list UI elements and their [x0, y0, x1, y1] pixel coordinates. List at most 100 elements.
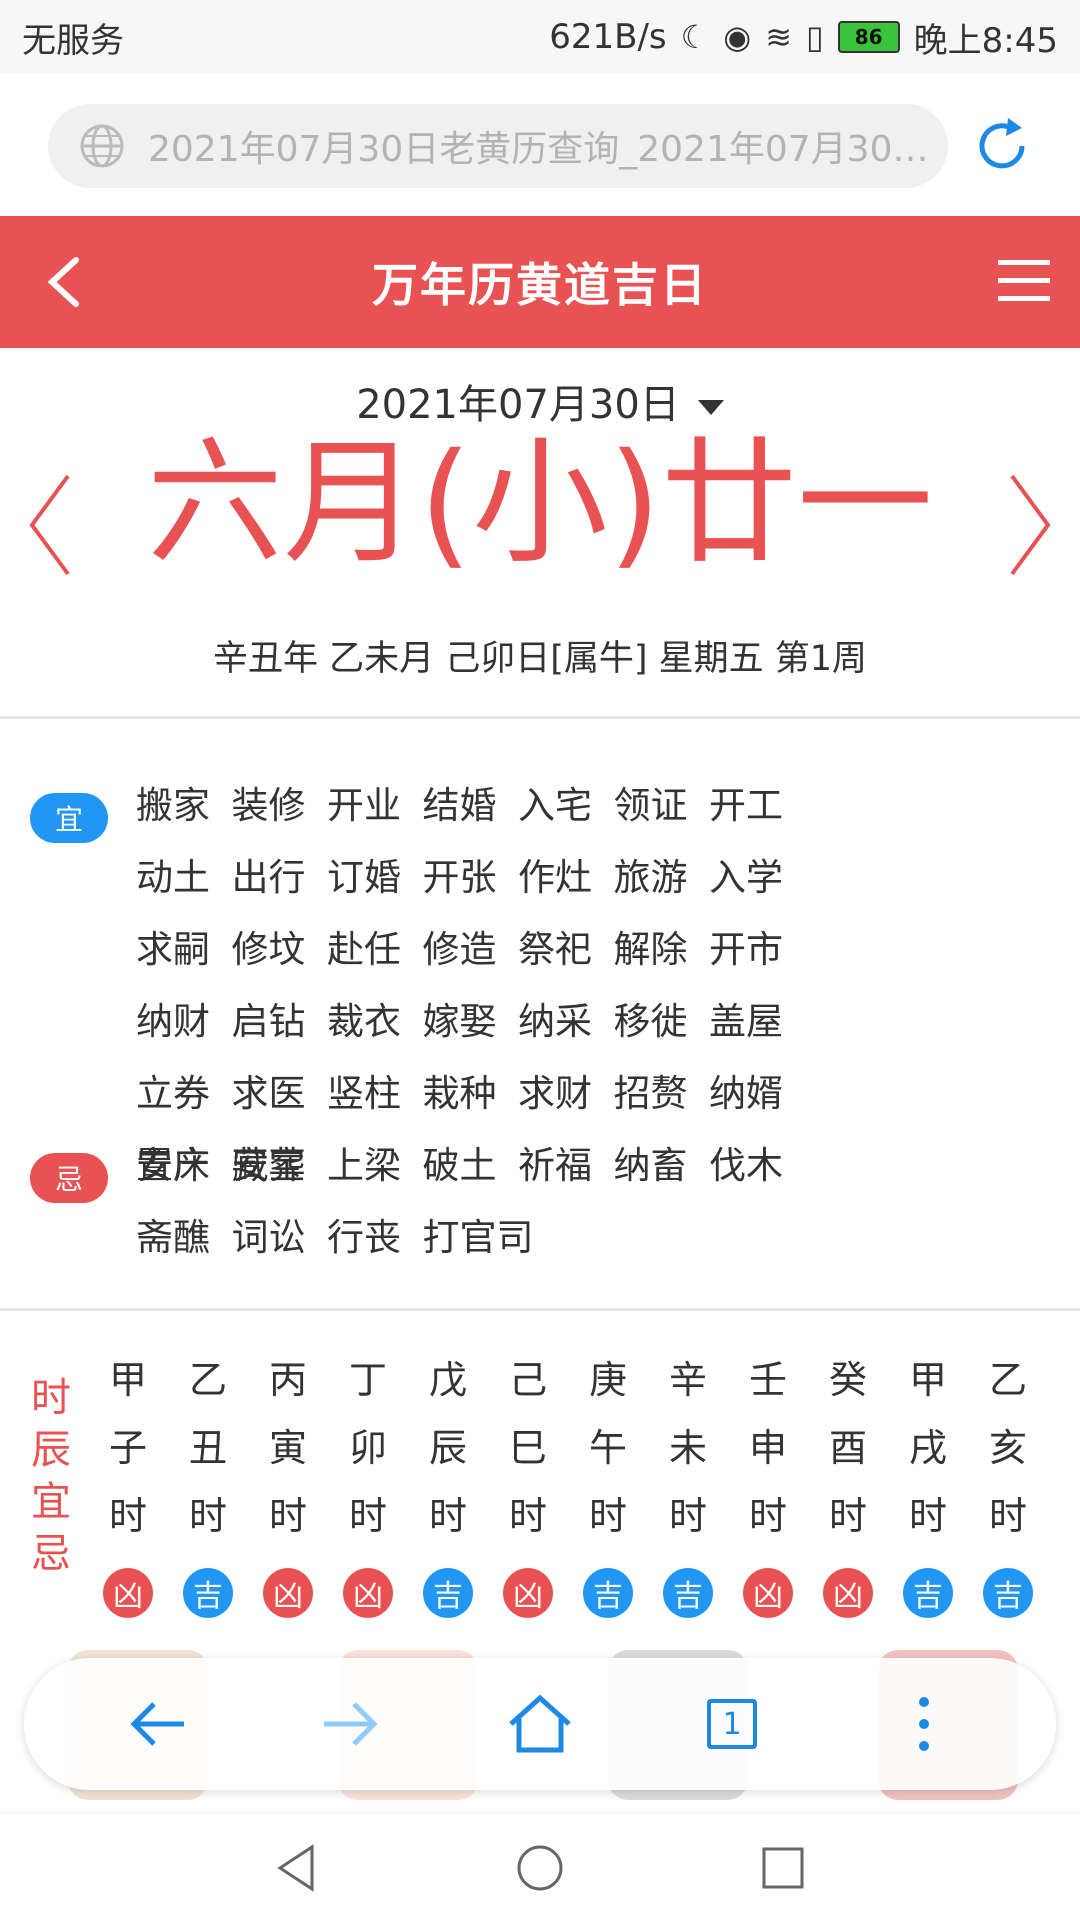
shichen-zhi: 亥 [988, 1426, 1027, 1470]
activity-item: 领证 [613, 784, 688, 827]
activity-item: 安葬 [231, 1144, 306, 1187]
shichen-column: 辛未时 [648, 1346, 728, 1550]
status-bar: 无服务 621B/s ☾ ◉ ≋ ▯ 86 晚上8:45 [0, 0, 1080, 74]
moon-icon: ☾ [680, 18, 710, 56]
shichen-zhi: 卯 [348, 1426, 387, 1470]
luck-badge: 吉 [663, 1568, 713, 1618]
home-icon [509, 1694, 571, 1753]
globe-icon [80, 124, 124, 168]
browser-forward-button[interactable] [310, 1684, 390, 1764]
activity-item: 开工 [709, 784, 783, 827]
luck-badge: 凶 [103, 1568, 153, 1618]
shichen-shi: 时 [428, 1494, 467, 1538]
shichen-zhi: 申 [748, 1426, 787, 1470]
app-header: 万年历黄道吉日 [0, 216, 1080, 348]
shichen-gan: 己 [508, 1358, 547, 1402]
ji-badge: 忌 [30, 1153, 108, 1203]
system-home-icon[interactable] [515, 1843, 565, 1893]
activity-item: 栽种 [422, 1072, 497, 1115]
luck-badge: 吉 [903, 1568, 953, 1618]
activity-item: 打官司 [422, 1216, 534, 1259]
url-field[interactable]: 2021年07月30日老黄历查询_2021年07月30日黄道吉日_万年历黄道吉日 [48, 104, 948, 188]
shichen-zhi: 寅 [268, 1426, 307, 1470]
date-selector[interactable]: 2021年07月30日 [0, 372, 1080, 430]
shichen-gan: 壬 [748, 1358, 787, 1402]
address-bar: 2021年07月30日老黄历查询_2021年07月30日黄道吉日_万年历黄道吉日 [0, 74, 1080, 214]
activity-item: 作灶 [518, 856, 592, 899]
shichen-shi: 时 [988, 1494, 1027, 1538]
back-chevron-icon[interactable] [42, 254, 92, 310]
browser-back-button[interactable] [118, 1684, 198, 1764]
more-vertical-icon [919, 1697, 929, 1751]
url-text: 2021年07月30日老黄历查询_2021年07月30日黄道吉日_万年历黄道吉日 [148, 129, 938, 170]
system-recents-icon[interactable] [758, 1843, 808, 1893]
shichen-gan: 庚 [588, 1358, 627, 1402]
shichen-gan: 甲 [108, 1358, 147, 1402]
activity-item: 竖柱 [327, 1072, 401, 1115]
activity-item: 解除 [613, 928, 688, 971]
browser-toolbar: 1 [24, 1658, 1056, 1790]
carrier-label: 无服务 [22, 20, 124, 61]
luck-badge: 凶 [263, 1568, 313, 1618]
dropdown-caret-icon [697, 399, 724, 415]
activity-item: 订婚 [327, 856, 401, 899]
shichen-zhi: 未 [668, 1426, 707, 1470]
system-nav-bar [0, 1812, 1080, 1921]
solar-date: 2021年07月30日 [356, 382, 680, 428]
shichen-shi: 时 [108, 1494, 147, 1538]
activity-item: 立券 [136, 1072, 210, 1115]
activity-item: 词讼 [231, 1216, 306, 1259]
lunar-date: 六月(小)廿一 [146, 425, 934, 583]
luck-badge: 凶 [743, 1568, 793, 1618]
shichen-zhi: 巳 [508, 1426, 547, 1470]
activity-item: 出行 [231, 856, 306, 899]
divider [0, 716, 1080, 719]
browser-tabs-button[interactable]: 1 [692, 1684, 772, 1764]
shichen-column: 甲戌时 [888, 1346, 968, 1550]
shichen-shi: 时 [668, 1494, 707, 1538]
activity-item: 行丧 [327, 1216, 401, 1259]
activity-item: 入学 [709, 856, 783, 899]
system-back-icon[interactable] [272, 1843, 322, 1893]
luck-badge: 吉 [983, 1568, 1033, 1618]
menu-icon[interactable] [996, 256, 1052, 306]
activity-item: 开业 [327, 784, 401, 827]
activity-item: 动土 [136, 856, 210, 899]
browser-menu-button[interactable] [884, 1684, 964, 1764]
shichen-shi: 时 [828, 1494, 867, 1538]
divider [0, 1308, 1080, 1311]
luck-badge: 吉 [183, 1568, 233, 1618]
shichen-shi: 时 [588, 1494, 627, 1538]
activity-item: 移徙 [613, 1000, 688, 1043]
status-icons: 621B/s ☾ ◉ ≋ ▯ 86 晚上8:45 [549, 13, 1058, 62]
activity-item: 安床 [136, 1144, 210, 1187]
battery-icon: 86 [837, 21, 900, 53]
shichen-column: 乙丑时 [168, 1346, 248, 1550]
shichen-gan: 辛 [668, 1358, 707, 1402]
browser-home-button[interactable] [500, 1684, 580, 1764]
shichen-column: 癸酉时 [808, 1346, 888, 1550]
shichen-section: 时辰宜忌 甲子时凶乙丑时吉丙寅时凶丁卯时凶戊辰时吉己巳时凶庚午时吉辛未时吉壬申时… [0, 1328, 1080, 1628]
shichen-shi: 时 [508, 1494, 547, 1538]
activity-item: 赴任 [327, 928, 401, 971]
shichen-gan: 丙 [268, 1358, 307, 1402]
luck-badge: 凶 [503, 1568, 553, 1618]
shichen-column: 丙寅时 [248, 1346, 328, 1550]
luck-badge: 凶 [343, 1568, 393, 1618]
shichen-gan: 丁 [348, 1358, 387, 1402]
activity-item: 求嗣 [136, 928, 210, 971]
shichen-column: 庚午时 [568, 1346, 648, 1550]
activity-item: 旅游 [613, 856, 688, 899]
ji-list: 安床 安葬 上梁 破土 祈福 纳畜 伐木斋醮 词讼 行丧 打官司 [136, 1130, 896, 1274]
refresh-icon[interactable] [970, 114, 1034, 178]
activity-item: 入宅 [518, 784, 592, 827]
activity-item: 伐木 [709, 1144, 783, 1187]
sim-alert-icon: ▯ [806, 18, 824, 56]
next-day-icon[interactable] [1000, 470, 1056, 580]
shichen-shi: 时 [268, 1494, 307, 1538]
activity-item: 招赘 [613, 1072, 688, 1115]
activity-item: 纳采 [518, 1000, 592, 1043]
shichen-gan: 癸 [828, 1358, 867, 1402]
shichen-column: 己巳时 [488, 1346, 568, 1550]
activity-item: 祈福 [518, 1144, 592, 1187]
